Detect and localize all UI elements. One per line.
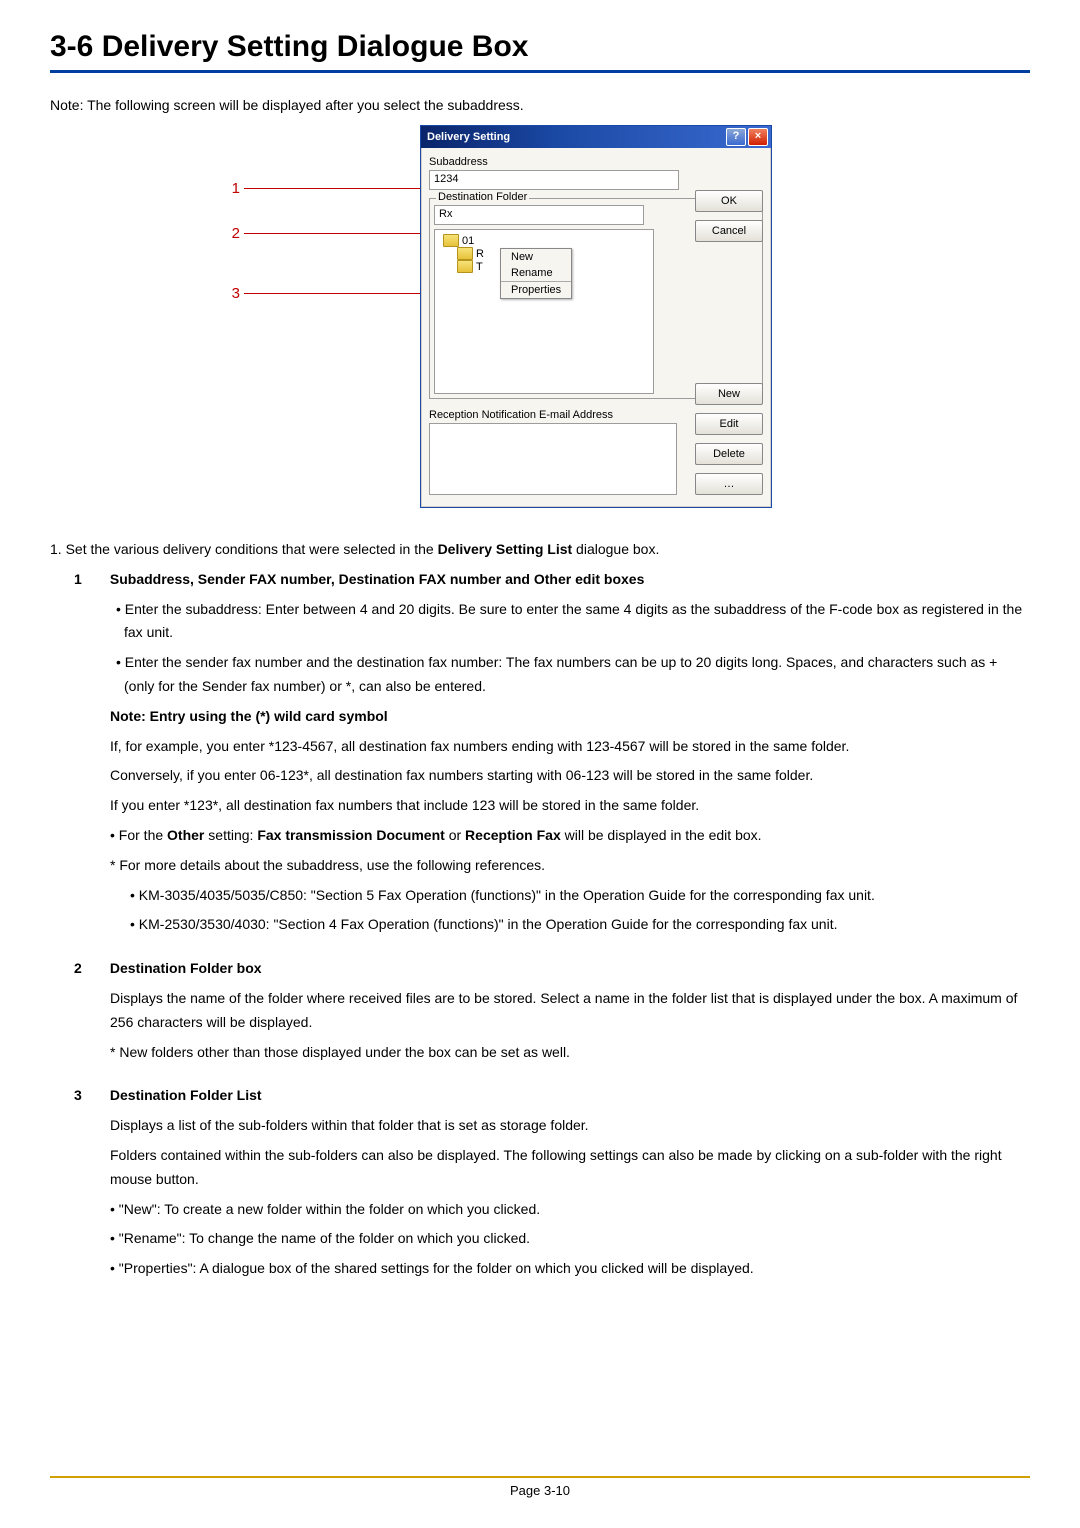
context-menu-rename[interactable]: Rename [501,265,571,281]
folder-icon [443,234,459,247]
help-icon[interactable]: ? [726,128,746,146]
section-1: 1 Subaddress, Sender FAX number, Destina… [50,568,1030,937]
destination-folder-input[interactable]: Rx [434,205,644,225]
callout-3: 3 [210,285,240,302]
edit-button[interactable]: Edit [695,413,763,435]
step-1-intro: 1. Set the various delivery conditions t… [50,538,1030,562]
section-2: 2 Destination Folder box Displays the na… [50,957,1030,1064]
tree-node[interactable]: 01 [462,235,474,247]
callout-2: 2 [210,225,240,242]
cancel-button[interactable]: Cancel [695,220,763,242]
tree-node[interactable]: R [476,248,484,260]
more-button[interactable]: … [695,473,763,495]
dialog-titlebar: Delivery Setting ? × [421,126,771,148]
delivery-setting-dialog: Delivery Setting ? × Subaddress 1234 Des… [420,125,772,508]
delete-button[interactable]: Delete [695,443,763,465]
callout-line-2 [244,233,434,234]
destination-folder-legend: Destination Folder [436,191,529,203]
title-rule [50,70,1030,73]
ok-button[interactable]: OK [695,190,763,212]
footer-rule [50,1476,1030,1478]
context-menu-properties[interactable]: Properties [501,282,571,298]
close-icon[interactable]: × [748,128,768,146]
context-menu: New Rename Properties [500,248,572,299]
emails-listbox[interactable] [429,423,677,495]
destination-folder-tree[interactable]: 01 R T New Rename Properties [434,229,654,394]
new-button[interactable]: New [695,383,763,405]
callout-line-3 [244,293,434,294]
folder-icon [457,247,473,260]
context-menu-new[interactable]: New [501,249,571,265]
dialog-title: Delivery Setting [427,131,510,143]
callout-1: 1 [210,180,240,197]
subaddress-label: Subaddress [429,156,763,168]
dialog-figure: 1 2 3 Delivery Setting ? × Subaddress 12… [310,125,770,508]
intro-note: Note: The following screen will be displ… [50,97,1030,113]
subaddress-input[interactable]: 1234 [429,170,679,190]
tree-node[interactable]: T [476,261,483,273]
body-text: 1. Set the various delivery conditions t… [50,538,1030,1281]
page-footer: Page 3-10 [0,1483,1080,1498]
page-title: 3-6 Delivery Setting Dialogue Box [50,30,1030,64]
callout-line-1 [244,188,426,189]
folder-icon [457,260,473,273]
section-3: 3 Destination Folder List Displays a lis… [50,1084,1030,1281]
